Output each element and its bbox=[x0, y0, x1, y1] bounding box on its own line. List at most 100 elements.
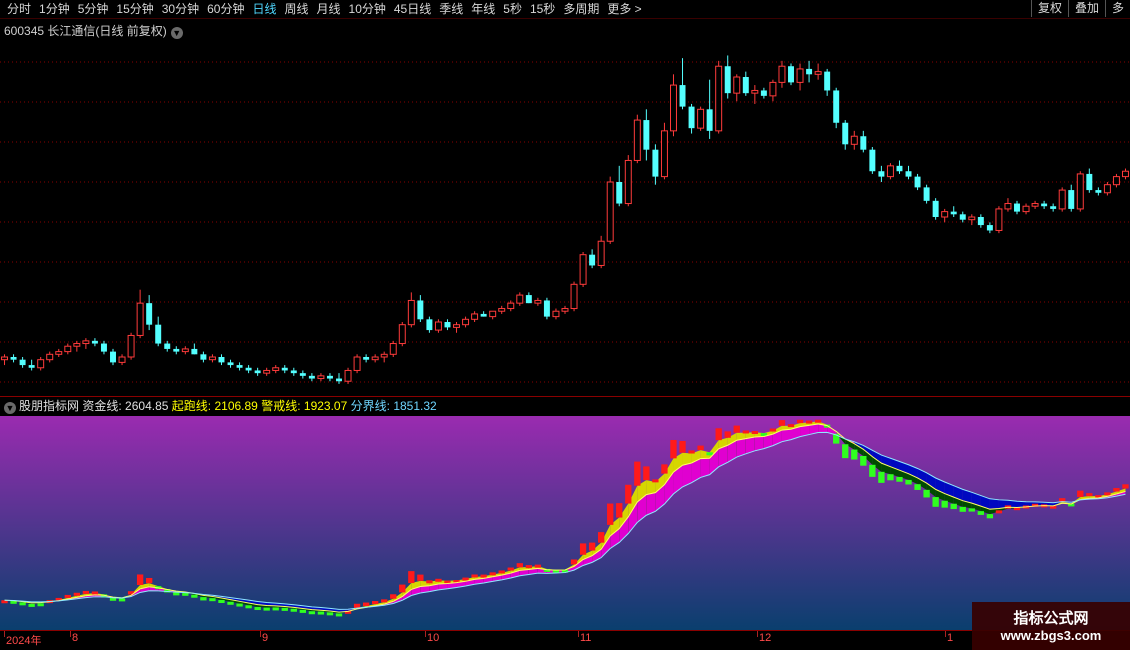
candle[interactable] bbox=[950, 206, 957, 217]
candle[interactable] bbox=[1004, 198, 1012, 212]
period-tab[interactable]: 5秒 bbox=[500, 2, 527, 17]
candle[interactable] bbox=[471, 311, 479, 322]
candle[interactable] bbox=[19, 357, 26, 368]
candle[interactable] bbox=[814, 63, 822, 80]
candle[interactable] bbox=[489, 310, 497, 320]
candle[interactable] bbox=[959, 211, 966, 223]
candle[interactable] bbox=[1068, 184, 1075, 212]
candle[interactable] bbox=[236, 362, 243, 371]
candle[interactable] bbox=[706, 79, 713, 139]
candle[interactable] bbox=[995, 206, 1003, 234]
candle[interactable] bbox=[697, 106, 705, 131]
candle[interactable] bbox=[37, 357, 45, 371]
candle[interactable] bbox=[1031, 200, 1039, 209]
candle[interactable] bbox=[760, 87, 767, 99]
candle[interactable] bbox=[155, 316, 162, 347]
period-tab[interactable]: 月线 bbox=[314, 2, 346, 17]
candle[interactable] bbox=[28, 359, 35, 371]
candle[interactable] bbox=[788, 63, 794, 86]
candle[interactable] bbox=[407, 292, 415, 328]
indicator-panel-title[interactable]: ▼ 股朋指标网 资金线: 2604.85 起跑线: 2106.89 警戒线: 19… bbox=[4, 398, 437, 414]
candle[interactable] bbox=[317, 373, 325, 382]
candle[interactable] bbox=[905, 165, 912, 180]
candle[interactable] bbox=[1112, 173, 1120, 188]
candle[interactable] bbox=[73, 340, 81, 352]
candle[interactable] bbox=[208, 354, 216, 363]
candle[interactable] bbox=[444, 319, 451, 331]
candle[interactable] bbox=[127, 332, 135, 360]
candle[interactable] bbox=[100, 340, 107, 355]
candle[interactable] bbox=[833, 87, 840, 129]
candle[interactable] bbox=[633, 114, 641, 164]
candle[interactable] bbox=[64, 343, 72, 355]
candle[interactable] bbox=[498, 305, 506, 314]
candle[interactable] bbox=[606, 176, 614, 244]
candle[interactable] bbox=[326, 373, 333, 382]
candle[interactable] bbox=[380, 351, 388, 363]
candle[interactable] bbox=[1058, 187, 1066, 212]
period-tab[interactable]: 10分钟 bbox=[346, 2, 391, 17]
candle[interactable] bbox=[660, 122, 668, 180]
candle[interactable] bbox=[272, 365, 280, 374]
period-tab[interactable]: 年线 bbox=[468, 2, 500, 17]
candle[interactable] bbox=[516, 292, 524, 306]
chevron-down-icon[interactable]: ▼ bbox=[4, 402, 16, 414]
candle[interactable] bbox=[1022, 203, 1030, 215]
candle[interactable] bbox=[55, 348, 63, 357]
candle[interactable] bbox=[136, 289, 144, 339]
candle[interactable] bbox=[1121, 168, 1129, 180]
candle[interactable] bbox=[1086, 168, 1093, 193]
candle[interactable] bbox=[164, 340, 171, 352]
period-tab[interactable]: 5分钟 bbox=[75, 2, 114, 17]
candle[interactable] bbox=[389, 340, 397, 357]
candle[interactable] bbox=[363, 354, 370, 363]
candle[interactable] bbox=[462, 316, 470, 328]
candle[interactable] bbox=[724, 55, 731, 99]
candle[interactable] bbox=[10, 354, 17, 363]
candle[interactable] bbox=[914, 173, 921, 191]
indicator-chart[interactable] bbox=[0, 416, 1130, 630]
candle[interactable] bbox=[417, 295, 424, 322]
candle[interactable] bbox=[860, 130, 867, 153]
candle[interactable] bbox=[878, 165, 885, 182]
candle[interactable] bbox=[688, 103, 695, 134]
candle[interactable] bbox=[769, 79, 777, 102]
candle[interactable] bbox=[751, 85, 759, 104]
candle[interactable] bbox=[1076, 171, 1084, 212]
candle[interactable] bbox=[290, 367, 297, 376]
candlestick-chart[interactable] bbox=[0, 38, 1130, 396]
candle[interactable] bbox=[344, 367, 352, 384]
candle[interactable] bbox=[597, 235, 605, 269]
candle[interactable] bbox=[850, 130, 858, 150]
period-tab[interactable]: 更多 > bbox=[604, 2, 646, 17]
candle[interactable] bbox=[181, 346, 189, 355]
candle[interactable] bbox=[579, 252, 587, 287]
candle[interactable] bbox=[742, 71, 749, 96]
candle[interactable] bbox=[796, 63, 804, 91]
candle[interactable] bbox=[110, 348, 116, 366]
candle[interactable] bbox=[453, 322, 461, 333]
candle[interactable] bbox=[778, 60, 786, 88]
candle[interactable] bbox=[1050, 203, 1057, 212]
candle[interactable] bbox=[218, 354, 225, 366]
candle[interactable] bbox=[715, 60, 723, 134]
candle[interactable] bbox=[46, 351, 54, 363]
candle[interactable] bbox=[1095, 187, 1102, 196]
period-tab[interactable]: 季线 bbox=[436, 2, 468, 17]
candle[interactable] bbox=[254, 367, 261, 376]
candle[interactable] bbox=[806, 60, 813, 83]
candle[interactable] bbox=[525, 292, 532, 304]
candle[interactable] bbox=[371, 354, 379, 363]
candle[interactable] bbox=[652, 144, 659, 185]
candle[interactable] bbox=[842, 120, 849, 150]
candle[interactable] bbox=[561, 305, 569, 314]
period-tab[interactable]: 15分钟 bbox=[113, 2, 158, 17]
toolbar-button[interactable]: 复权 bbox=[1030, 0, 1068, 17]
candle[interactable] bbox=[570, 281, 578, 312]
candle[interactable] bbox=[624, 155, 632, 207]
period-tab[interactable]: 多周期 bbox=[560, 2, 604, 17]
candle[interactable] bbox=[896, 160, 903, 174]
candle[interactable] bbox=[733, 74, 741, 102]
candle[interactable] bbox=[200, 351, 207, 363]
period-tab[interactable]: 1分钟 bbox=[36, 2, 75, 17]
